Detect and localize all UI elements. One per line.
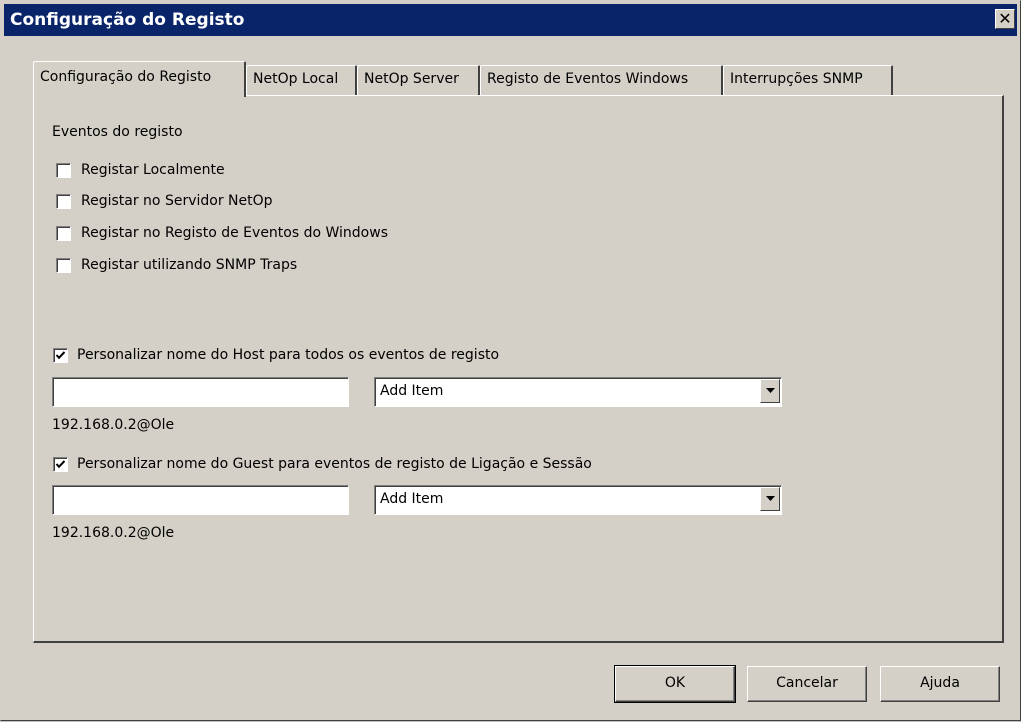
help-button[interactable]: Ajuda [880,666,1000,702]
tab-label: Registo de Eventos Windows [487,71,689,87]
tab-label: NetOp Server [364,71,459,87]
tab-registo-eventos-windows[interactable]: Registo de Eventos Windows [480,65,723,95]
tab-netop-server[interactable]: NetOp Server [357,65,480,95]
cancel-button[interactable]: Cancelar [747,666,867,702]
window-title: Configuração do Registo [10,10,245,30]
tab-netop-local[interactable]: NetOp Local [246,65,357,95]
title-bar[interactable]: Configuração do Registo ✕ [4,4,1017,36]
close-button[interactable]: ✕ [995,9,1015,29]
dialog-window: Configuração do Registo ✕ Configuração d… [0,0,1021,721]
tab-label: Configuração do Registo [40,69,212,85]
ok-button[interactable]: OK [614,665,736,703]
tab-panel [33,95,1004,643]
tab-configuracao-registo[interactable]: Configuração do Registo [33,61,246,97]
tab-label: Interrupções SNMP [730,71,863,87]
tab-interrupcoes-snmp[interactable]: Interrupções SNMP [723,65,893,95]
close-icon: ✕ [998,9,1012,28]
tab-label: NetOp Local [253,71,339,87]
